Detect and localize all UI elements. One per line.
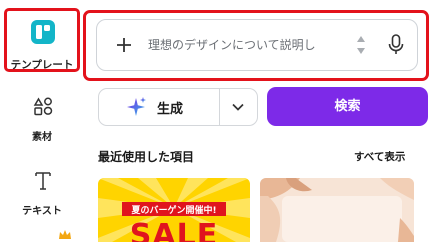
sale-headline: SALE (129, 218, 219, 242)
search-button[interactable]: 検索 (267, 87, 428, 126)
generate-divider (219, 88, 220, 126)
recent-design-thumbnail[interactable]: 夏のバーゲン開催中! SALE (98, 178, 250, 242)
elements-icon (33, 96, 53, 120)
up-down-arrows-icon[interactable] (355, 33, 367, 61)
microphone-icon[interactable] (386, 33, 406, 61)
plus-icon[interactable] (114, 35, 134, 59)
text-icon (33, 170, 53, 196)
template-icon (31, 20, 55, 44)
sidebar-item-label: テンプレート (10, 59, 74, 71)
chevron-down-icon[interactable] (230, 99, 246, 119)
sidebar-item-elements[interactable]: 素材 (4, 92, 80, 144)
crown-icon (58, 226, 72, 242)
sidebar-item-templates[interactable]: テンプレート (4, 8, 80, 72)
sale-banner-text: 夏のバーゲン開催中! (131, 206, 217, 216)
sparkle-icon (124, 95, 148, 123)
search-input[interactable] (148, 36, 348, 54)
see-all-link[interactable]: すべて表示 (354, 149, 405, 164)
sidebar-item-label: テキスト (22, 206, 62, 217)
sidebar-item-label: 素材 (32, 132, 52, 143)
recent-title: 最近使用した項目 (98, 150, 195, 164)
sidebar-item-text[interactable]: テキスト (4, 168, 80, 220)
generate-label: 生成 (157, 102, 184, 117)
recent-design-thumbnail[interactable] (260, 178, 414, 242)
